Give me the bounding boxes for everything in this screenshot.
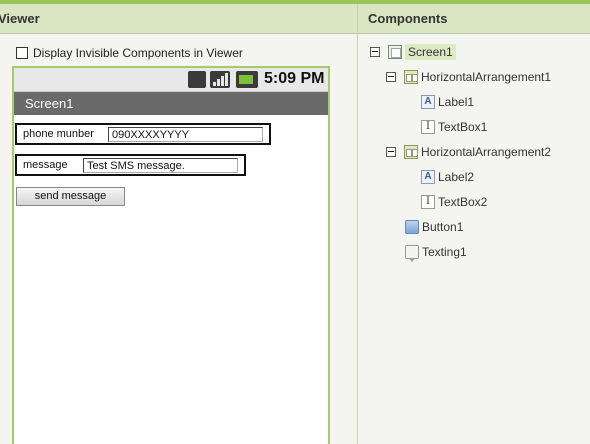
textbox-icon: I [421, 195, 435, 209]
status-time: 5:09 PM [264, 70, 325, 87]
tree-item-label[interactable]: Label2 [438, 170, 474, 184]
label-1[interactable]: phone munber [23, 128, 94, 140]
horizontal-arrangement-2[interactable]: message Test SMS message. [15, 154, 246, 176]
tree-item-label[interactable]: Label1 [438, 95, 474, 109]
collapse-toggle-icon[interactable] [370, 47, 380, 57]
tree-item-label[interactable]: HorizontalArrangement1 [421, 70, 551, 84]
signal-icon [210, 71, 230, 88]
screen-icon [388, 45, 402, 59]
horizontal-arrangement-1[interactable]: phone munber 090XXXXYYYY [15, 123, 271, 145]
phone-preview: 5:09 PM Screen1 phone munber 090XXXXYYYY… [12, 66, 330, 444]
tree-item-textbox2[interactable]: I TextBox2 [421, 193, 487, 211]
collapse-toggle-icon[interactable] [386, 147, 396, 157]
viewer-title: Viewer [0, 11, 40, 26]
horizontal-arrangement-icon [404, 70, 418, 84]
tree-item-button1[interactable]: Button1 [405, 218, 463, 236]
tree-item-label[interactable]: HorizontalArrangement2 [421, 145, 551, 159]
tree-item-label[interactable]: Texting1 [422, 245, 467, 259]
viewer-panel-header: Viewer [0, 4, 357, 34]
tree-item-label2[interactable]: A Label2 [421, 168, 474, 186]
tree-item-label1[interactable]: A Label1 [421, 93, 474, 111]
collapse-toggle-icon[interactable] [386, 72, 396, 82]
horizontal-arrangement-icon [404, 145, 418, 159]
tree-item-horizontal-arrangement-1[interactable]: HorizontalArrangement1 [386, 68, 551, 86]
tree-item-label[interactable]: TextBox1 [438, 120, 487, 134]
tree-item-texting1[interactable]: Texting1 [405, 243, 467, 262]
screen-title-bar: Screen1 [14, 92, 328, 115]
textbox-2[interactable]: Test SMS message. [83, 158, 238, 173]
textbox-1[interactable]: 090XXXXYYYY [108, 127, 263, 142]
battery-icon [236, 71, 258, 88]
tree-item-screen1[interactable]: Screen1 [370, 43, 456, 61]
send-message-button[interactable]: send message [16, 187, 125, 206]
tree-item-horizontal-arrangement-2[interactable]: HorizontalArrangement2 [386, 143, 551, 161]
notification-icon [188, 71, 206, 88]
label-icon: A [421, 170, 435, 184]
display-invisible-checkbox[interactable] [16, 47, 28, 59]
tree-item-label[interactable]: Screen1 [405, 44, 456, 60]
screen-title: Screen1 [25, 96, 74, 111]
components-panel-header: Components [358, 4, 590, 34]
label-2[interactable]: message [23, 159, 68, 171]
textbox-icon: I [421, 120, 435, 134]
tree-item-label[interactable]: Button1 [422, 220, 463, 234]
display-invisible-option[interactable]: Display Invisible Components in Viewer [16, 45, 243, 61]
tree-item-label[interactable]: TextBox2 [438, 195, 487, 209]
label-icon: A [421, 95, 435, 109]
phone-status-bar: 5:09 PM [14, 68, 328, 92]
components-title: Components [368, 11, 448, 26]
button-icon [405, 220, 419, 234]
texting-icon [405, 245, 419, 262]
tree-item-textbox1[interactable]: I TextBox1 [421, 118, 487, 136]
display-invisible-label[interactable]: Display Invisible Components in Viewer [33, 46, 243, 60]
